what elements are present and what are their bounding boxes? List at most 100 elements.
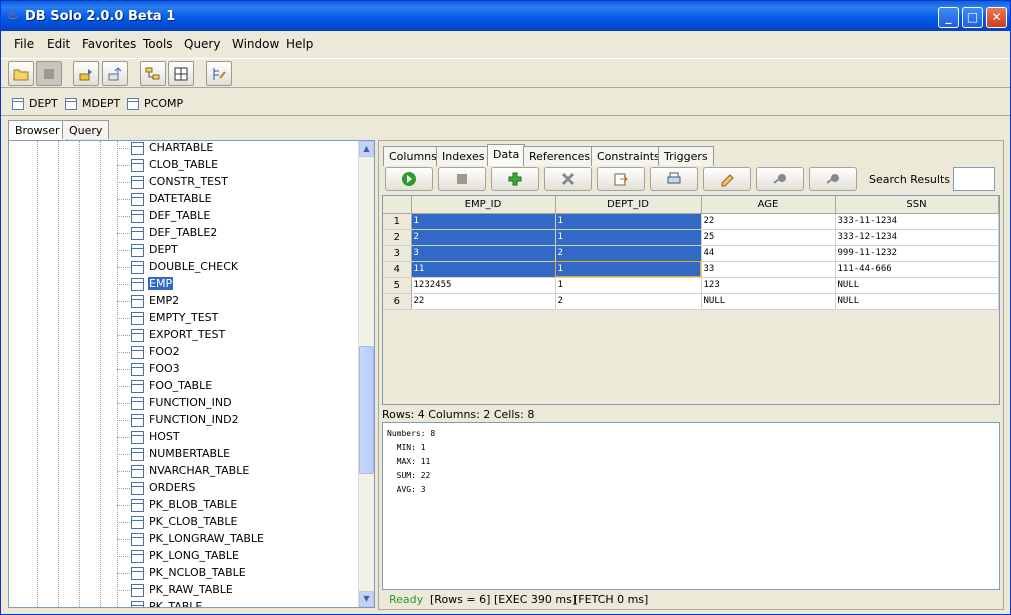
scroll-down-arrow[interactable]: ▼ — [359, 591, 374, 607]
menu-favorites[interactable]: Favorites — [82, 37, 136, 51]
tree-item[interactable]: PK_NCLOB_TABLE — [9, 565, 359, 582]
menu-window[interactable]: Window — [232, 37, 279, 51]
tree-item[interactable]: PK_LONG_TABLE — [9, 548, 359, 565]
clear-button[interactable] — [703, 167, 751, 191]
next-result-button[interactable] — [809, 167, 857, 191]
tab-browser[interactable]: Browser — [8, 120, 67, 140]
search-results-input[interactable] — [953, 167, 995, 191]
delete-row-button[interactable] — [544, 167, 592, 191]
table-cell[interactable]: 1 — [555, 213, 702, 230]
column-header[interactable]: DEPT_ID — [555, 196, 702, 214]
column-header[interactable]: EMP_ID — [411, 196, 556, 214]
tree-item[interactable]: DEF_TABLE2 — [9, 225, 359, 242]
table-cell[interactable]: 3 — [411, 245, 556, 262]
table-cell[interactable]: 2 — [555, 293, 702, 310]
previous-result-button[interactable] — [756, 167, 804, 191]
table-row[interactable]: 4 11 1 33 111-44-666 — [383, 261, 999, 278]
menu-query[interactable]: Query — [184, 37, 220, 51]
tab-indexes[interactable]: Indexes — [436, 146, 491, 166]
disconnect-button[interactable] — [102, 61, 128, 86]
table-row[interactable]: 3 3 2 44 999-11-1232 — [383, 245, 999, 262]
favorite-pcomp[interactable]: PCOMP — [127, 97, 183, 110]
tree-item[interactable]: ORDERS — [9, 480, 359, 497]
table-cell[interactable]: 1 — [555, 277, 702, 294]
table-cell[interactable]: 1 — [411, 213, 556, 230]
table-cell[interactable]: NULL — [835, 293, 999, 310]
tree-item[interactable]: PK_BLOB_TABLE — [9, 497, 359, 514]
tab-data[interactable]: Data — [487, 144, 526, 166]
grid-button[interactable] — [168, 61, 194, 86]
tree-item[interactable]: PK_RAW_TABLE — [9, 582, 359, 599]
table-cell[interactable]: 1 — [555, 261, 702, 278]
tree-item[interactable]: NUMBERTABLE — [9, 446, 359, 463]
add-row-button[interactable] — [491, 167, 539, 191]
connect-button[interactable] — [73, 61, 99, 86]
table-cell[interactable]: 2 — [411, 229, 556, 246]
table-cell[interactable]: 123 — [701, 277, 836, 294]
table-cell[interactable]: 33 — [701, 261, 836, 278]
table-cell[interactable]: NULL — [835, 277, 999, 294]
table-cell[interactable]: 22 — [411, 293, 556, 310]
table-cell[interactable]: 11 — [411, 261, 556, 278]
tree-item[interactable]: CHARTABLE — [9, 141, 359, 157]
tab-triggers[interactable]: Triggers — [658, 146, 714, 166]
menu-tools[interactable]: Tools — [143, 37, 173, 51]
table-cell[interactable]: 22 — [701, 213, 836, 230]
tab-constraints[interactable]: Constraints — [591, 146, 666, 166]
table-row[interactable]: 2 2 1 25 333-12-1234 — [383, 229, 999, 246]
tree-item[interactable]: DATETABLE — [9, 191, 359, 208]
tab-columns[interactable]: Columns — [383, 146, 443, 166]
tree-item[interactable]: FOO2 — [9, 344, 359, 361]
scroll-thumb[interactable] — [359, 346, 374, 474]
tab-query[interactable]: Query — [62, 120, 110, 139]
tree-scrollbar[interactable]: ▲ ▼ — [358, 141, 374, 607]
tree-item[interactable]: DEPT — [9, 242, 359, 259]
tree-item[interactable]: PK_LONGRAW_TABLE — [9, 531, 359, 548]
tree-item[interactable]: FOO_TABLE — [9, 378, 359, 395]
tree-item[interactable]: DEF_TABLE — [9, 208, 359, 225]
tree-item[interactable]: CLOB_TABLE — [9, 157, 359, 174]
print-button[interactable] — [650, 167, 698, 191]
scroll-up-arrow[interactable]: ▲ — [359, 141, 374, 157]
tree-item[interactable]: NVARCHAR_TABLE — [9, 463, 359, 480]
table-cell[interactable]: 25 — [701, 229, 836, 246]
column-header[interactable]: SSN — [835, 196, 999, 214]
schema-tree-button[interactable] — [140, 61, 166, 86]
table-cell[interactable]: 1 — [555, 229, 702, 246]
tree-item[interactable]: EMP — [9, 276, 359, 293]
maximize-button[interactable]: □ — [962, 7, 983, 28]
table-cell[interactable]: 2 — [555, 245, 702, 262]
close-button[interactable]: ✕ — [986, 7, 1007, 28]
table-cell[interactable]: 333-12-1234 — [835, 229, 999, 246]
menu-file[interactable]: File — [14, 37, 34, 51]
tree-item[interactable]: DOUBLE_CHECK — [9, 259, 359, 276]
favorite-dept[interactable]: DEPT — [12, 97, 58, 110]
export-button[interactable] — [597, 167, 645, 191]
tree-item[interactable]: HOST — [9, 429, 359, 446]
disabled-button[interactable] — [36, 61, 62, 86]
menu-edit[interactable]: Edit — [47, 37, 70, 51]
tab-references[interactable]: References — [523, 146, 597, 166]
table-cell[interactable]: 1232455 — [411, 277, 556, 294]
table-cell[interactable]: 333-11-1234 — [835, 213, 999, 230]
query-edit-button[interactable] — [206, 61, 232, 86]
tree-item[interactable]: CONSTR_TEST — [9, 174, 359, 191]
menu-help[interactable]: Help — [286, 37, 313, 51]
tree-item[interactable]: EMP2 — [9, 293, 359, 310]
execute-button[interactable] — [385, 167, 433, 191]
tree-item[interactable]: EMPTY_TEST — [9, 310, 359, 327]
tree-item[interactable]: PK_TABLE — [9, 599, 359, 607]
tree-item[interactable]: FUNCTION_IND — [9, 395, 359, 412]
minimize-button[interactable]: _ — [938, 7, 959, 28]
tree-item[interactable]: EXPORT_TEST — [9, 327, 359, 344]
tree-item[interactable]: FUNCTION_IND2 — [9, 412, 359, 429]
table-cell[interactable]: 44 — [701, 245, 836, 262]
table-cell[interactable]: NULL — [701, 293, 836, 310]
tree-item[interactable]: FOO3 — [9, 361, 359, 378]
column-header[interactable]: AGE — [701, 196, 836, 214]
stop-button[interactable] — [438, 167, 486, 191]
table-row[interactable]: 6 22 2 NULL NULL — [383, 293, 999, 310]
table-cell[interactable]: 111-44-666 — [835, 261, 999, 278]
tree-item[interactable]: PK_CLOB_TABLE — [9, 514, 359, 531]
open-button[interactable] — [8, 61, 34, 86]
